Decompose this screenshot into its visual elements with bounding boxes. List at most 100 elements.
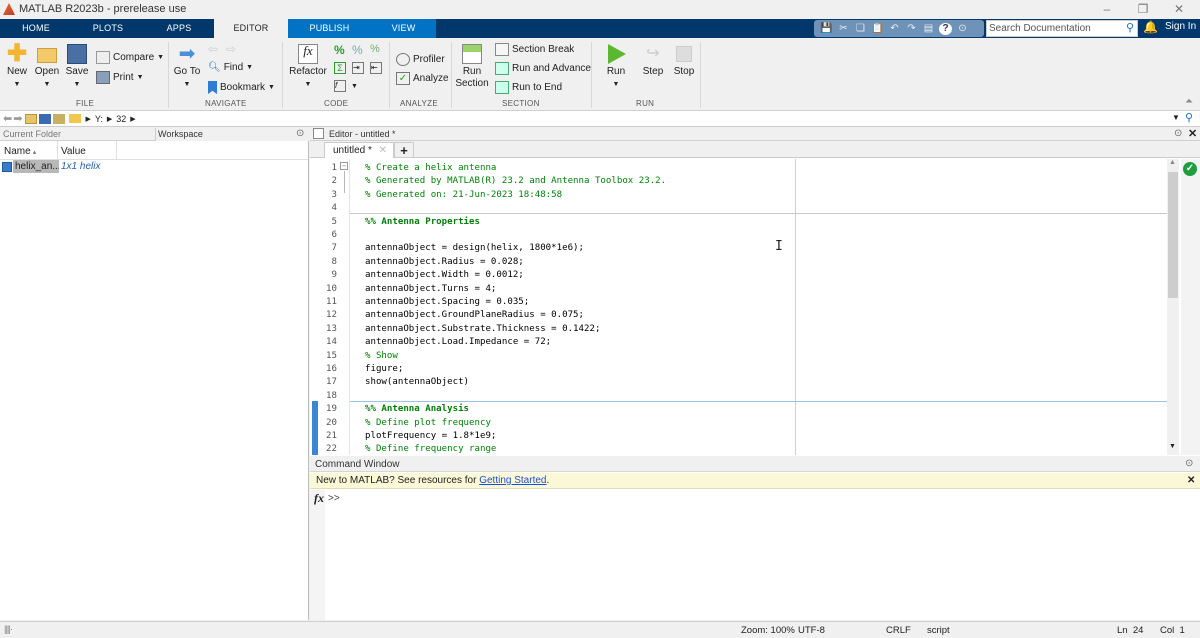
code-line[interactable]: 2 % Generated by MATLAB(R) 23.2 and Anten…	[310, 175, 1168, 188]
search-icon[interactable]: ⚲	[1126, 21, 1134, 36]
uncomment-icon[interactable]: %	[352, 43, 363, 57]
scroll-up-icon[interactable]: ▲	[1169, 159, 1176, 166]
code-line[interactable]: 3 % Generated on: 21-Jun-2023 18:48:58	[310, 189, 1168, 202]
column-header-name[interactable]: Name ▴	[4, 146, 36, 157]
code-line[interactable]: 13 antennaObject.Substrate.Thickness = 0.…	[310, 323, 1168, 336]
forward-arrow-icon[interactable]: ⇨	[226, 42, 236, 56]
run-and-advance-button[interactable]: Run and Advance	[495, 62, 591, 75]
new-tab-button[interactable]: +	[394, 142, 414, 158]
browse-folder-icon[interactable]	[39, 113, 52, 124]
tab-plots[interactable]: PLOTS	[72, 19, 144, 38]
stop-button[interactable]: Stop	[671, 44, 697, 78]
forward-icon[interactable]: ➡	[13, 112, 22, 125]
run-section-button[interactable]: Run Section	[455, 44, 489, 90]
editor-vertical-scrollbar[interactable]: ▲ ▼	[1167, 159, 1179, 455]
workspace-actions-icon[interactable]: ⊙	[296, 128, 304, 139]
scroll-down-icon[interactable]: ▼	[1169, 443, 1176, 450]
workspace-variable-row[interactable]: helix_an... 1x1 helix	[0, 160, 308, 174]
command-window-actions-icon[interactable]: ⊙	[1185, 458, 1193, 469]
address-dropdown-icon[interactable]: ▼	[1172, 113, 1180, 122]
switch-windows-icon[interactable]: ▤	[922, 23, 935, 35]
getting-started-link[interactable]: Getting Started	[479, 475, 546, 486]
code-line[interactable]: 1 % Create a helix antenna	[310, 162, 1168, 175]
redo-icon[interactable]: ↷	[905, 23, 918, 35]
tab-editor[interactable]: EDITOR	[214, 19, 288, 38]
wrap-comments-icon[interactable]: %	[370, 43, 380, 55]
code-line[interactable]: 10 antennaObject.Turns = 4;	[310, 283, 1168, 296]
increase-indent-icon[interactable]: ⇤	[370, 62, 382, 74]
up-folder-icon[interactable]	[25, 113, 38, 124]
sign-in-link[interactable]: Sign In	[1165, 21, 1196, 32]
command-input-area[interactable]: fx >>	[310, 490, 1200, 620]
customize-dropdown-icon[interactable]: ⊙	[956, 23, 969, 35]
editor-actions-icon[interactable]: ⊙	[1174, 128, 1182, 139]
search-documentation-input[interactable]: Search Documentation ⚲	[986, 20, 1138, 37]
refactor-button[interactable]: fx Refactor ▼	[289, 44, 327, 91]
run-button[interactable]: Run ▼	[604, 44, 628, 91]
code-line[interactable]: 11 antennaObject.Spacing = 0.035;	[310, 296, 1168, 309]
smart-indent-icon[interactable]: Σ	[334, 62, 346, 74]
save-icon[interactable]: 💾	[820, 23, 833, 35]
code-line[interactable]: 5 %% Antenna Properties	[310, 216, 1168, 229]
cut-icon[interactable]: ✂	[837, 23, 850, 35]
close-editor-icon[interactable]: ✕	[1188, 127, 1197, 140]
path-segment-drive[interactable]: Y:	[95, 114, 103, 124]
editor-tab-untitled[interactable]: untitled * ✕	[324, 142, 394, 158]
help-icon[interactable]: ?	[939, 22, 952, 35]
tab-apps[interactable]: APPS	[144, 19, 214, 38]
variable-name[interactable]: helix_an...	[13, 160, 59, 173]
run-to-end-button[interactable]: Run to End	[495, 81, 562, 94]
analyze-button[interactable]: ✓ Analyze	[396, 72, 449, 85]
save-button[interactable]: Save ▼	[65, 44, 89, 91]
collapse-ribbon-icon[interactable]: ⏶	[1185, 96, 1193, 107]
workspace-tab[interactable]: Workspace	[158, 129, 203, 139]
search-folder-icon[interactable]	[53, 113, 66, 124]
go-to-button[interactable]: ➡ Go To ▼	[173, 44, 201, 91]
code-line[interactable]: 14 antennaObject.Load.Impedance = 72;	[310, 336, 1168, 349]
bookmark-button[interactable]: Bookmark ▼	[208, 81, 275, 94]
insert-function-icon[interactable]: f	[334, 80, 346, 92]
back-icon[interactable]: ⬅	[3, 112, 12, 125]
function-browser-fx-icon[interactable]: fx	[314, 491, 324, 506]
restore-button[interactable]: ❐	[1128, 0, 1158, 18]
tab-home[interactable]: HOME	[0, 19, 72, 38]
close-tab-icon[interactable]: ✕	[379, 143, 387, 158]
code-line[interactable]: 16 figure;	[310, 363, 1168, 376]
new-button[interactable]: ✚ New ▼	[5, 42, 29, 91]
current-folder-tab[interactable]: Current Folder	[3, 129, 61, 139]
search-folder-magnifier-icon[interactable]: ⚲	[1185, 111, 1193, 124]
scrollbar-thumb[interactable]	[1168, 172, 1178, 298]
undo-icon[interactable]: ↶	[888, 23, 901, 35]
step-button[interactable]: ↪ Step	[640, 44, 666, 78]
minimize-button[interactable]: –	[1092, 0, 1122, 18]
tab-publish[interactable]: PUBLISH	[288, 19, 371, 38]
code-line[interactable]: 4	[310, 202, 1168, 215]
status-grip-icon[interactable]: ||||·	[4, 624, 13, 635]
insert-dropdown-icon[interactable]: ▼	[351, 83, 358, 90]
paste-icon[interactable]: 📋	[871, 23, 884, 35]
code-line[interactable]: 12 antennaObject.GroundPlaneRadius = 0.07…	[310, 309, 1168, 322]
dismiss-banner-icon[interactable]: ✕	[1187, 473, 1195, 489]
section-break-button[interactable]: Section Break	[495, 43, 574, 56]
code-line[interactable]: 17 show(antennaObject)	[310, 376, 1168, 389]
tab-view[interactable]: VIEW	[371, 19, 436, 38]
code-line[interactable]: 18	[310, 390, 1168, 403]
code-line[interactable]: 20 % Define plot frequency	[310, 417, 1168, 430]
code-line[interactable]: 22 % Define frequency range	[310, 443, 1168, 455]
profiler-button[interactable]: Profiler	[396, 53, 445, 66]
compare-button[interactable]: Compare ▼	[96, 51, 164, 64]
code-line[interactable]: 8 antennaObject.Radius = 0.028;	[310, 256, 1168, 269]
no-issues-check-icon[interactable]: ✓	[1183, 162, 1197, 176]
decrease-indent-icon[interactable]: ⇥	[352, 62, 364, 74]
code-line[interactable]: 15 % Show	[310, 350, 1168, 363]
code-line[interactable]: 9 antennaObject.Width = 0.0012;	[310, 269, 1168, 282]
path-segment-folder[interactable]: 32	[116, 114, 126, 124]
back-arrow-icon[interactable]: ⇦	[208, 42, 218, 56]
code-line[interactable]: 21 plotFrequency = 1.8*1e9;	[310, 430, 1168, 443]
column-header-value[interactable]: Value	[61, 146, 86, 157]
print-button[interactable]: Print ▼	[96, 71, 144, 84]
find-button[interactable]: 🔍︎ Find ▼	[208, 62, 253, 73]
notification-bell-icon[interactable]: 🔔	[1143, 20, 1158, 34]
close-button[interactable]: ✕	[1164, 0, 1194, 18]
code-line[interactable]: 6	[310, 229, 1168, 242]
